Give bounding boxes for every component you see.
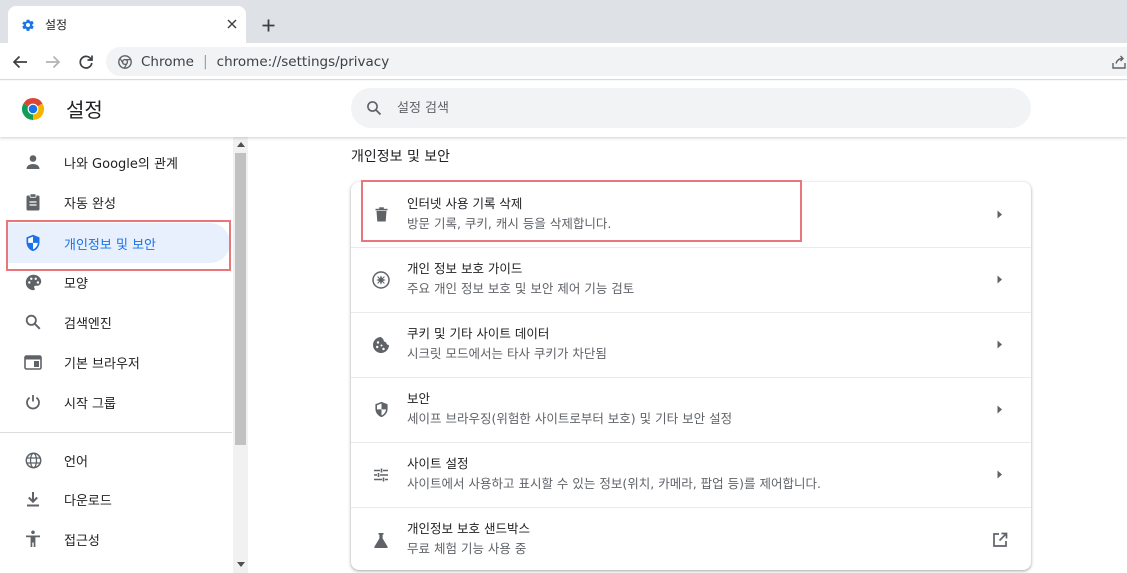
power-icon <box>23 392 43 412</box>
row-subtitle: 시크릿 모드에서는 타사 쿠키가 차단됨 <box>407 346 607 361</box>
compass-icon <box>371 270 391 290</box>
sidebar-item-label: 자동 완성 <box>64 196 116 212</box>
accessibility-icon <box>23 529 43 549</box>
download-icon <box>23 489 43 509</box>
search-icon <box>23 312 43 332</box>
new-tab-icon[interactable] <box>258 15 278 35</box>
row-text: 쿠키 및 기타 사이트 데이터 시크릿 모드에서는 타사 쿠키가 차단됨 <box>407 325 607 362</box>
flask-icon <box>371 530 391 550</box>
omnibox-chrome-label: Chrome <box>141 53 194 70</box>
row-highlight-box <box>361 180 802 242</box>
sidebar-item-label: 검색엔진 <box>64 316 112 332</box>
tab-strip: 설정 <box>0 0 1127 43</box>
sidebar-highlight-box <box>6 220 231 271</box>
row-text: 개인정보 보호 샌드박스 무료 체험 기능 사용 중 <box>407 520 530 557</box>
sidebar: 나와 Google의 관계 자동 완성 개인정보 및 보안 모양 검색엔진 기본… <box>0 137 248 573</box>
sidebar-item-label: 다운로드 <box>64 493 112 509</box>
palette-icon <box>23 272 43 292</box>
row-divider <box>351 507 1031 508</box>
chevron-right-icon <box>995 404 1005 416</box>
search-icon <box>365 99 383 117</box>
row-divider <box>351 247 1031 248</box>
chevron-right-icon <box>995 469 1005 481</box>
row-divider <box>351 312 1031 313</box>
row-text: 개인 정보 보호 가이드 주요 개인 정보 보호 및 보안 제어 기능 검토 <box>407 260 634 297</box>
section-title: 개인정보 및 보안 <box>351 149 451 165</box>
settings-header: 설정 <box>0 81 1127 137</box>
row-divider <box>351 377 1031 378</box>
sidebar-item-label: 시작 그룹 <box>64 396 116 412</box>
sidebar-divider <box>0 432 232 433</box>
row-site-settings[interactable]: 사이트 설정 사이트에서 사용하고 표시할 수 있는 정보(위치, 카메라, 팝… <box>351 442 1031 507</box>
scrollbar-thumb[interactable] <box>235 153 246 445</box>
row-text: 사이트 설정 사이트에서 사용하고 표시할 수 있는 정보(위치, 카메라, 팝… <box>407 455 821 492</box>
scroll-down-arrow-icon[interactable] <box>236 560 245 569</box>
page-title: 설정 <box>66 98 103 122</box>
cookie-icon <box>371 335 391 355</box>
share-icon[interactable] <box>1111 54 1127 70</box>
scroll-up-arrow-icon[interactable] <box>236 140 245 149</box>
row-subtitle: 주요 개인 정보 보호 및 보안 제어 기능 검토 <box>407 281 635 296</box>
chevron-right-icon <box>995 339 1005 351</box>
chrome-logo-icon <box>117 54 133 70</box>
sidebar-item-downloads[interactable]: 다운로드 <box>8 479 230 519</box>
chevron-right-icon <box>995 209 1005 221</box>
row-title: 쿠키 및 기타 사이트 데이터 <box>407 326 550 341</box>
clipboard-icon <box>23 192 43 212</box>
browser-toolbar: Chrome | chrome://settings/privacy <box>0 43 1127 80</box>
row-title: 사이트 설정 <box>407 456 469 471</box>
row-title: 개인정보 보호 샌드박스 <box>407 521 530 536</box>
person-icon <box>23 152 43 172</box>
back-arrow-icon[interactable] <box>9 51 31 73</box>
gear-icon <box>20 17 36 33</box>
sidebar-item-label: 기본 브라우저 <box>64 356 140 372</box>
row-subtitle: 무료 체험 기능 사용 중 <box>407 541 527 556</box>
tab-settings[interactable]: 설정 <box>8 6 246 43</box>
sidebar-item-languages[interactable]: 언어 <box>8 440 230 480</box>
search-input[interactable] <box>397 100 977 116</box>
chrome-logo-icon <box>21 97 45 121</box>
row-subtitle: 세이프 브라우징(위험한 사이트로부터 보호) 및 기타 보안 설정 <box>407 411 733 426</box>
sidebar-item-label: 접근성 <box>64 533 100 549</box>
globe-icon <box>23 450 43 470</box>
row-title: 개인 정보 보호 가이드 <box>407 261 523 276</box>
sidebar-item-on-startup[interactable]: 시작 그룹 <box>8 382 230 422</box>
settings-search-box[interactable] <box>351 88 1031 128</box>
sliders-icon <box>371 465 391 485</box>
close-icon[interactable] <box>224 16 240 32</box>
row-cookies-site-data[interactable]: 쿠키 및 기타 사이트 데이터 시크릿 모드에서는 타사 쿠키가 차단됨 <box>351 312 1031 377</box>
shield-icon <box>371 400 391 420</box>
url-text[interactable]: chrome://settings/privacy <box>217 54 390 70</box>
omnibox-separator: | <box>202 53 208 70</box>
sidebar-item-default-browser[interactable]: 기본 브라우저 <box>8 342 230 382</box>
sidebar-scrollbar[interactable] <box>233 137 248 573</box>
tab-title: 설정 <box>45 18 68 32</box>
privacy-settings-card: 인터넷 사용 기록 삭제 방문 기록, 쿠키, 캐시 등을 삭제합니다. 개인 … <box>351 180 1031 572</box>
browser-window-icon <box>23 352 43 372</box>
row-title: 보안 <box>407 391 431 406</box>
row-privacy-guide[interactable]: 개인 정보 보호 가이드 주요 개인 정보 보호 및 보안 제어 기능 검토 <box>351 247 1031 312</box>
row-security[interactable]: 보안 세이프 브라우징(위험한 사이트로부터 보호) 및 기타 보안 설정 <box>351 377 1031 442</box>
open-in-new-icon <box>991 531 1009 549</box>
forward-arrow-icon[interactable] <box>42 51 64 73</box>
sidebar-item-label: 나와 Google의 관계 <box>64 156 178 172</box>
row-text: 보안 세이프 브라우징(위험한 사이트로부터 보호) 및 기타 보안 설정 <box>407 390 732 427</box>
row-subtitle: 사이트에서 사용하고 표시할 수 있는 정보(위치, 카메라, 팝업 등)를 제… <box>407 476 821 491</box>
sidebar-item-you-and-google[interactable]: 나와 Google의 관계 <box>8 142 230 182</box>
sidebar-item-autofill[interactable]: 자동 완성 <box>8 182 230 222</box>
reload-icon[interactable] <box>75 51 97 73</box>
sidebar-item-label: 언어 <box>64 454 88 470</box>
address-bar[interactable]: Chrome | chrome://settings/privacy <box>106 47 1127 76</box>
row-privacy-sandbox[interactable]: 개인정보 보호 샌드박스 무료 체험 기능 사용 중 <box>351 507 1031 572</box>
sidebar-item-label: 모양 <box>64 276 88 292</box>
chevron-right-icon <box>995 274 1005 286</box>
sidebar-item-accessibility[interactable]: 접근성 <box>8 519 230 559</box>
sidebar-item-search-engine[interactable]: 검색엔진 <box>8 302 230 342</box>
row-divider <box>351 442 1031 443</box>
